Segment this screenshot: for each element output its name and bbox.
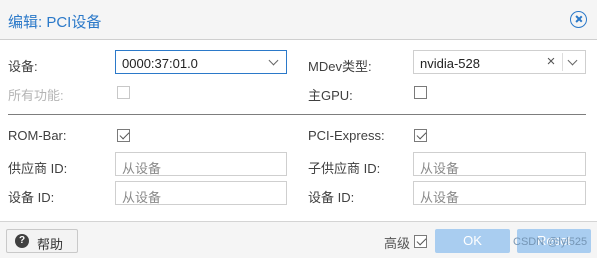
question-icon: ? xyxy=(15,234,29,248)
dialog-header: 编辑: PCI设备 xyxy=(0,0,597,40)
sub-vendor-id-placeholder: 从设备 xyxy=(420,161,460,176)
close-icon[interactable] xyxy=(570,11,587,28)
vendor-id-input[interactable]: 从设备 xyxy=(115,152,287,176)
pci-express-checkbox[interactable] xyxy=(414,129,427,142)
chevron-down-icon[interactable] xyxy=(264,53,284,71)
rom-bar-label: ROM-Bar: xyxy=(8,128,67,143)
dialog-title: 编辑: PCI设备 xyxy=(8,14,102,31)
sub-device-id-placeholder: 从设备 xyxy=(420,190,460,205)
device-id-input[interactable]: 从设备 xyxy=(115,181,287,205)
all-functions-label: 所有功能: xyxy=(8,88,64,103)
chevron-down-icon[interactable] xyxy=(562,53,583,71)
mdev-type-select[interactable]: nvidia-528 × xyxy=(413,50,586,74)
advanced-checkbox[interactable] xyxy=(414,235,427,248)
vendor-id-placeholder: 从设备 xyxy=(122,161,162,176)
rom-bar-checkbox[interactable] xyxy=(117,129,130,142)
sub-vendor-id-input[interactable]: 从设备 xyxy=(413,152,586,176)
dialog-footer: ? 帮助 高级 OK Reset CSDN @lyl525 xyxy=(0,221,597,258)
mdev-type-label: MDev类型: xyxy=(308,59,372,74)
sub-device-id-input[interactable]: 从设备 xyxy=(413,181,586,205)
divider xyxy=(8,114,586,115)
device-value: 0000:37:01.0 xyxy=(122,56,198,71)
advanced-label: 高级 xyxy=(384,236,411,251)
ok-button[interactable]: OK xyxy=(435,229,510,253)
help-label: 帮助 xyxy=(37,237,64,252)
clear-icon[interactable]: × xyxy=(543,53,559,71)
sub-device-id-label: 设备 ID: xyxy=(308,190,355,205)
all-functions-checkbox[interactable] xyxy=(117,86,130,99)
primary-gpu-checkbox[interactable] xyxy=(414,86,427,99)
watermark: CSDN @lyl525 xyxy=(513,236,588,248)
device-id-label: 设备 ID: xyxy=(8,190,55,205)
pci-express-label: PCI-Express: xyxy=(308,128,385,143)
device-label: 设备: xyxy=(8,59,38,74)
device-select[interactable]: 0000:37:01.0 xyxy=(115,50,287,74)
device-id-placeholder: 从设备 xyxy=(122,190,162,205)
mdev-type-value: nvidia-528 xyxy=(420,56,480,71)
primary-gpu-label: 主GPU: xyxy=(308,88,353,103)
help-button[interactable]: ? 帮助 xyxy=(6,229,78,253)
vendor-id-label: 供应商 ID: xyxy=(8,161,68,176)
sub-vendor-id-label: 子供应商 ID: xyxy=(308,161,381,176)
